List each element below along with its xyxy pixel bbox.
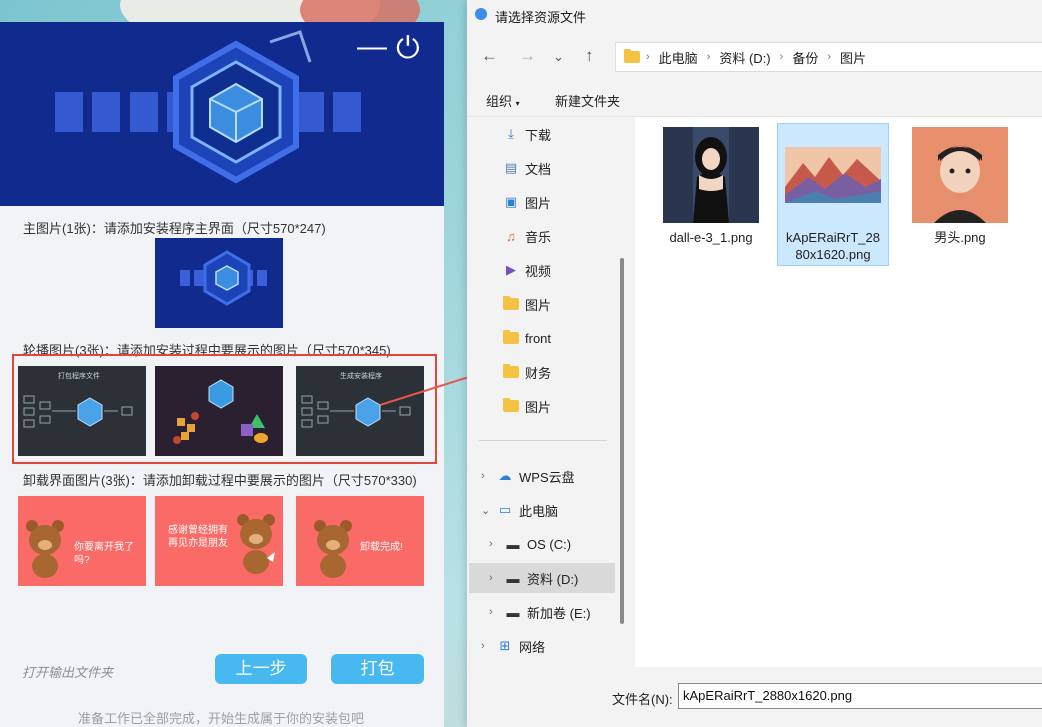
dialog-footer: 文件名(N): kApERaiRrT_2880x1620.png	[467, 667, 1042, 727]
nav-divider	[479, 440, 607, 441]
dialog-title: 请选择资源文件	[495, 10, 587, 25]
tree-item-network[interactable]: › ⊞ 网络	[481, 631, 629, 661]
chevron-right-icon[interactable]: ›	[489, 538, 505, 550]
nav-item-documents[interactable]: ▤ 文档 📌	[503, 153, 651, 183]
tree-item-drive-c[interactable]: › ▬ OS (C:)	[489, 529, 637, 559]
chevron-right-icon[interactable]: ›	[489, 606, 505, 618]
forward-arrow-icon[interactable]: →	[519, 46, 536, 66]
folder-icon	[503, 398, 519, 412]
file-name: 男头.png	[934, 230, 986, 245]
download-icon: ⤓	[508, 126, 514, 141]
chevron-right-icon[interactable]: ›	[481, 640, 497, 652]
new-folder-button[interactable]: 新建文件夹	[555, 91, 620, 110]
app-icon	[475, 8, 487, 20]
file-item-kaperairrt[interactable]: kApERaiRrT_2880x1620.png	[777, 123, 889, 266]
nav-item-folder-front[interactable]: front	[503, 323, 651, 353]
cloud-icon: ☁	[498, 468, 512, 483]
nav-item-videos[interactable]: ▶ 视频 📌	[503, 255, 651, 285]
file-thumbnail	[912, 127, 1008, 223]
breadcrumb-this-pc[interactable]: 此电脑	[659, 48, 698, 67]
folder-icon	[503, 296, 519, 310]
nav-item-music[interactable]: ♫ 音乐 📌	[503, 221, 651, 251]
file-open-dialog: 请选择资源文件 ← → ⌄ ↑ › 此电脑 › 资料 (D:) › 备份 › 图…	[467, 0, 1042, 727]
file-list: dall-e-3_1.png kApERaiRrT_2880x1620.png	[635, 117, 1042, 667]
dialog-toolbar: 组织 ▾ 新建文件夹	[467, 82, 1042, 117]
nav-item-pictures[interactable]: ▣ 图片 📌	[503, 187, 651, 217]
file-item-dall-e[interactable]: dall-e-3_1.png	[656, 127, 766, 246]
chevron-right-icon[interactable]: ›	[489, 572, 505, 584]
music-icon: ♫	[506, 228, 516, 244]
organize-button[interactable]: 组织 ▾	[486, 91, 520, 110]
nav-scrollbar[interactable]	[620, 258, 624, 624]
chevron-down-icon[interactable]: ⌄	[553, 49, 564, 65]
breadcrumb-pictures[interactable]: 图片	[840, 48, 866, 67]
folder-icon	[503, 364, 519, 378]
file-thumbnail	[785, 127, 881, 223]
folder-icon	[624, 49, 640, 63]
navigation-pane: ⤓ 下载 📌 ▤ 文档 📌 ▣ 图片 📌 ♫ 音乐 📌 ▶ 视频 📌 图片	[467, 117, 649, 667]
chevron-down-icon[interactable]: ⌄	[481, 504, 497, 517]
drive-icon: ▬	[506, 570, 520, 586]
nav-item-folder-finance[interactable]: 财务	[503, 357, 651, 387]
drive-icon: ▬	[506, 536, 520, 552]
file-name: dall-e-3_1.png	[669, 230, 753, 245]
tree-item-drive-e[interactable]: › ▬ 新加卷 (E:)	[489, 597, 637, 627]
file-thumbnail	[663, 127, 759, 223]
chevron-right-icon[interactable]: ›	[481, 470, 497, 482]
pictures-icon: ▣	[504, 194, 518, 209]
drive-icon: ▬	[506, 604, 520, 620]
filename-input[interactable]: kApERaiRrT_2880x1620.png	[678, 683, 1042, 709]
caret-down-icon: ▾	[515, 99, 520, 108]
breadcrumb-backup[interactable]: 备份	[792, 48, 818, 67]
file-name: kApERaiRrT_2880x1620.png	[786, 230, 880, 262]
nav-item-folder-pictures[interactable]: 图片	[503, 289, 651, 319]
video-icon: ▶	[506, 262, 516, 277]
tree-item-drive-d[interactable]: › ▬ 资料 (D:)	[469, 563, 615, 593]
file-item-male-head[interactable]: 男头.png	[905, 127, 1015, 246]
address-bar[interactable]: › 此电脑 › 资料 (D:) › 备份 › 图片	[615, 42, 1042, 72]
breadcrumb-drive-d[interactable]: 资料 (D:)	[719, 48, 770, 67]
up-arrow-icon[interactable]: ↑	[585, 46, 594, 66]
back-arrow-icon[interactable]: ←	[481, 46, 498, 66]
computer-icon: ▭	[498, 502, 512, 517]
tree-item-this-pc[interactable]: ⌄ ▭ 此电脑	[481, 495, 629, 525]
network-icon: ⊞	[499, 638, 511, 653]
nav-item-downloads[interactable]: ⤓ 下载 📌	[503, 119, 651, 149]
tree-item-wps-cloud[interactable]: › ☁ WPS云盘	[481, 461, 629, 491]
dialog-titlebar: 请选择资源文件	[467, 0, 1042, 30]
nav-item-folder-pictures-2[interactable]: 图片	[503, 391, 651, 421]
navigation-bar: ← → ⌄ ↑ › 此电脑 › 资料 (D:) › 备份 › 图片	[467, 30, 1042, 82]
folder-icon	[503, 330, 519, 344]
document-icon: ▤	[504, 160, 518, 175]
filename-label: 文件名(N):	[612, 692, 673, 707]
